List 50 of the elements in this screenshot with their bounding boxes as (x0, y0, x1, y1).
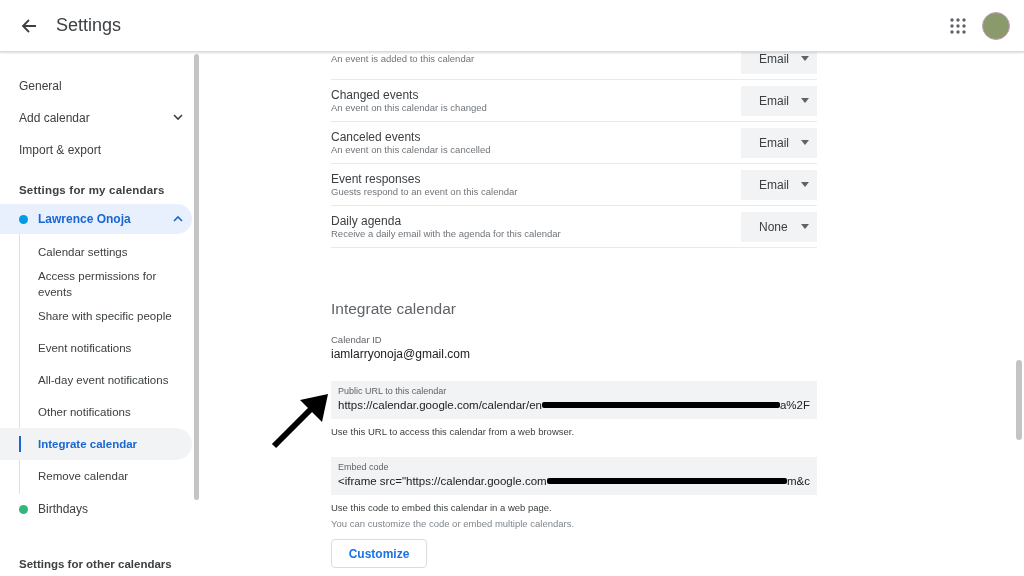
caret-icon (801, 140, 809, 145)
calendar-item[interactable]: Birthdays (0, 494, 192, 524)
back-arrow-icon[interactable] (20, 16, 38, 35)
sidebar-subitem[interactable]: Calendar settings (0, 236, 192, 268)
notification-select[interactable]: Email (741, 52, 817, 74)
apps-grid-icon[interactable] (950, 17, 966, 34)
hint-text: You can customize the code or embed multiple calendars. (331, 518, 576, 529)
caret-icon (801, 182, 809, 187)
setting-description: An event on this calendar is changed (331, 101, 488, 114)
annotation-arrow (270, 392, 330, 450)
avatar[interactable] (982, 11, 1010, 40)
sidebar-subitem[interactable]: Integrate calendar (0, 428, 192, 460)
read-only-field[interactable]: Embed code <iframe src="https://calendar.google.com m&c (331, 457, 817, 495)
page-title: Settings (56, 15, 122, 36)
section-title: Integrate calendar (331, 300, 457, 318)
setting-title: Canceled events (331, 129, 422, 144)
setting-title: Daily agenda (331, 213, 403, 228)
read-only-field[interactable]: Public URL to this calendar https://calendar.google.com/calendar/en a%2F (331, 381, 817, 419)
sidebar-item[interactable]: Add calendar (0, 102, 192, 134)
sidebar-subitem[interactable]: Event notifications (0, 332, 192, 364)
sidebar-subitem[interactable]: All-day event notifications (0, 364, 192, 396)
sidebar-item[interactable]: Import & export (0, 134, 192, 166)
notification-select[interactable]: Email (741, 127, 817, 158)
caret-icon (801, 98, 809, 103)
help-text: Use this code to embed this calendar in a web page. (331, 502, 553, 513)
calendar-item[interactable]: Lawrence Onoja (0, 204, 192, 234)
scrollbar[interactable] (194, 54, 199, 500)
setting-description: An event is added to this calendar (331, 52, 476, 65)
setting-title: Event responses (331, 171, 422, 186)
help-text: Use this URL to access this calendar from a web browser. (331, 426, 576, 437)
setting-description: Receive a daily email with the agenda for this calendar (331, 227, 562, 240)
notification-select[interactable]: Email (741, 85, 817, 116)
notification-select[interactable]: Email (741, 169, 817, 200)
field-label: Calendar ID (331, 334, 383, 345)
sidebar-item[interactable]: General (0, 70, 192, 102)
section-heading: Settings for other calendars (18, 557, 173, 570)
setting-description: Guests respond to an event on this calendar (331, 185, 519, 198)
section-heading: Settings for my calendars (18, 183, 166, 198)
setting-title: Changed events (331, 87, 420, 102)
sidebar-subitem[interactable]: Other notifications (0, 396, 192, 428)
setting-description: An event on this calendar is cancelled (331, 143, 492, 156)
notification-select[interactable]: None (741, 211, 817, 242)
caret-icon (801, 224, 809, 229)
sidebar-subitem[interactable]: Remove calendar (0, 460, 192, 492)
caret-icon (801, 56, 809, 61)
calendar-id: iamlarryonoja@gmail.com (331, 347, 471, 361)
customize-button[interactable]: Customize (331, 539, 427, 568)
scrollbar-thumb[interactable] (1016, 360, 1022, 440)
sidebar-subitem[interactable]: Share with specific people (0, 300, 192, 332)
sidebar-subitem[interactable]: Access permissions for events (0, 268, 192, 300)
